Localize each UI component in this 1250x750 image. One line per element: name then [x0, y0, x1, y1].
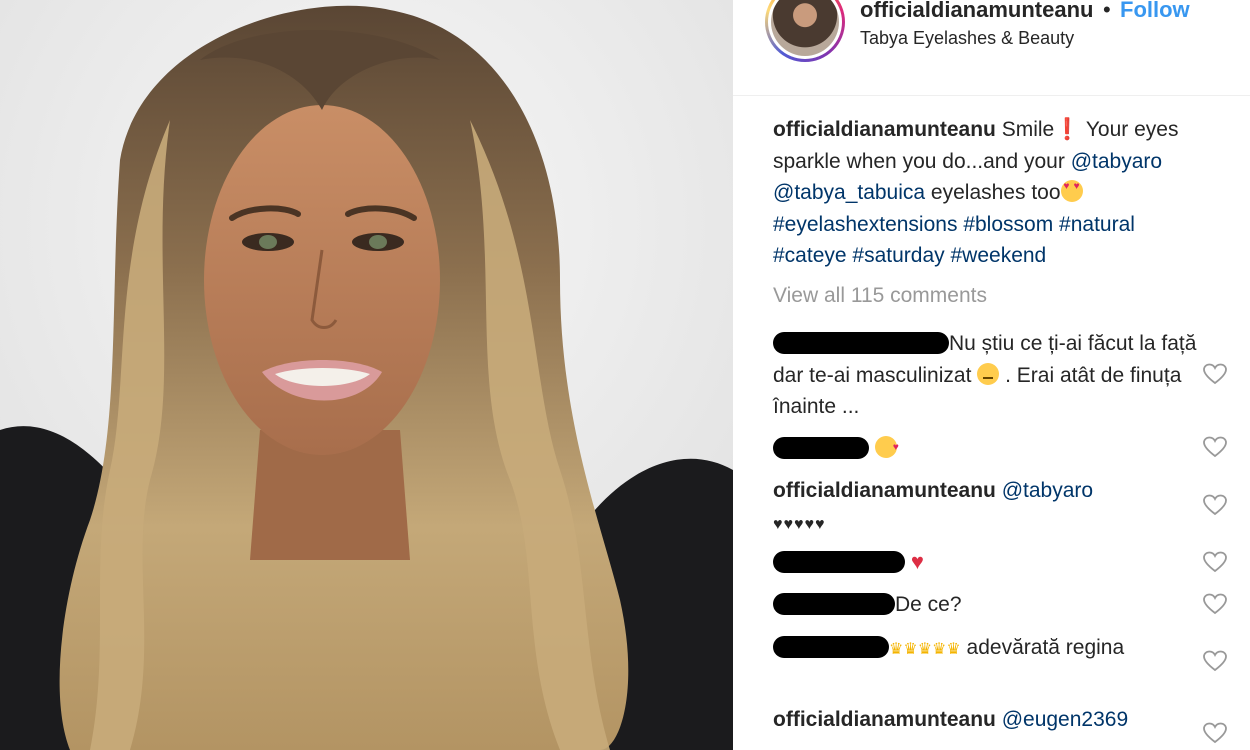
- comment-text: ♥♥♥♥♥: [773, 515, 826, 533]
- comment-item: De ce?: [773, 589, 1213, 621]
- like-comment-button[interactable]: [1203, 593, 1229, 617]
- redacted-username: [773, 551, 905, 573]
- redacted-username: [773, 437, 869, 459]
- red-exclamation-icon: ❗: [1054, 118, 1081, 141]
- hashtag-link[interactable]: #eyelashextensions: [773, 213, 957, 236]
- like-comment-button[interactable]: [1203, 436, 1229, 460]
- location-link[interactable]: Tabya Eyelashes & Beauty: [860, 28, 1074, 49]
- hashtag-link[interactable]: #weekend: [950, 244, 1046, 267]
- comment-item: officialdianamunteanu @tabyaro ♥♥♥♥♥: [773, 475, 1213, 540]
- like-comment-button[interactable]: [1203, 650, 1229, 674]
- like-comment-button[interactable]: [1203, 363, 1229, 387]
- avatar-border: [768, 0, 842, 59]
- comment-item: Nu știu ce ți-ai făcut la față dar te-ai…: [773, 328, 1213, 423]
- redacted-username: [773, 636, 889, 658]
- follow-button[interactable]: Follow: [1120, 0, 1190, 23]
- crown-emoji-icon: ♛♛♛♛♛: [889, 641, 961, 658]
- kissing-heart-emoji-icon: [874, 432, 899, 464]
- comment-mention[interactable]: @tabyaro: [1002, 479, 1093, 502]
- hashtag-link[interactable]: #saturday: [852, 244, 944, 267]
- comment-username[interactable]: officialdianamunteanu: [773, 708, 996, 731]
- caption-text-1: Smile: [995, 118, 1055, 141]
- comment-item: ♥: [773, 546, 1213, 579]
- redacted-username: [773, 332, 949, 354]
- view-all-comments-link[interactable]: View all 115 comments: [773, 284, 987, 308]
- redacted-username: [773, 593, 895, 615]
- like-comment-button[interactable]: [1203, 722, 1229, 746]
- avatar-image: [771, 0, 839, 56]
- expressionless-emoji-icon: [977, 362, 1000, 385]
- heart-outline-icon: [1203, 363, 1227, 385]
- comment-item: officialdianamunteanu @eugen2369: [773, 704, 1213, 736]
- heart-outline-icon: [1203, 436, 1227, 458]
- heart-outline-icon: [1203, 494, 1227, 516]
- red-heart-emoji-icon: ♥: [910, 549, 924, 574]
- caption-mention-2[interactable]: @tabya_tabuica: [773, 181, 925, 204]
- portrait-illustration: [0, 0, 733, 750]
- post-header: officialdianamunteanu • Follow Tabya Eye…: [733, 0, 1250, 96]
- comment-username[interactable]: officialdianamunteanu: [773, 479, 996, 502]
- post-sidebar: officialdianamunteanu • Follow Tabya Eye…: [733, 0, 1250, 750]
- caption-mention-1[interactable]: @tabyaro: [1071, 150, 1162, 173]
- post-photo[interactable]: [0, 0, 733, 750]
- comment-text: De ce?: [895, 593, 962, 616]
- post-caption: officialdianamunteanu Smile❗ Your eyes s…: [773, 114, 1213, 272]
- caption-username[interactable]: officialdianamunteanu: [773, 118, 996, 141]
- heart-eyes-emoji-icon: [1060, 180, 1083, 202]
- header-username[interactable]: officialdianamunteanu: [860, 0, 1093, 23]
- comment-text: adevărată regina: [960, 636, 1125, 659]
- hashtag-link[interactable]: #blossom: [963, 213, 1053, 236]
- like-comment-button[interactable]: [1203, 494, 1229, 518]
- comment-item: ♛♛♛♛♛ adevărată regina: [773, 632, 1213, 666]
- hashtag-link[interactable]: #cateye: [773, 244, 847, 267]
- heart-outline-icon: [1203, 593, 1227, 615]
- hashtag-link[interactable]: #natural: [1059, 213, 1135, 236]
- avatar[interactable]: [765, 0, 845, 62]
- header-separator-dot: •: [1103, 0, 1111, 22]
- comment-item: [773, 432, 1213, 465]
- like-comment-button[interactable]: [1203, 551, 1229, 575]
- caption-text-3: eyelashes too: [925, 181, 1061, 204]
- comment-mention[interactable]: @eugen2369: [1002, 708, 1128, 731]
- heart-outline-icon: [1203, 551, 1227, 573]
- heart-outline-icon: [1203, 650, 1227, 672]
- heart-outline-icon: [1203, 722, 1227, 744]
